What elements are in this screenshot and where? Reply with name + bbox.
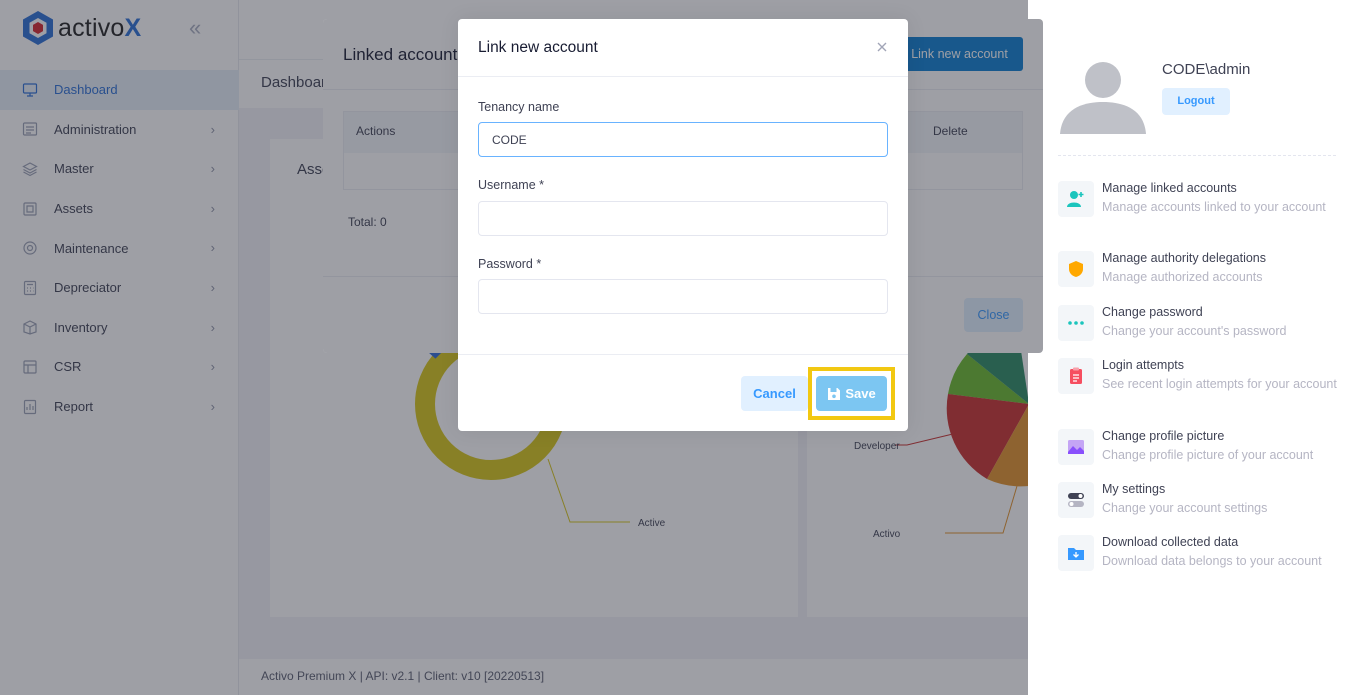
user-name: CODE\admin: [1162, 61, 1251, 78]
save-button[interactable]: Save: [816, 376, 887, 411]
user-plus-icon: [1058, 181, 1094, 217]
item-description: Manage authorized accounts: [1102, 270, 1263, 284]
item-title: Login attempts: [1102, 358, 1184, 372]
divider: [458, 76, 908, 77]
item-description: Manage accounts linked to your account: [1102, 200, 1326, 214]
save-button-label: Save: [845, 386, 876, 401]
toggle-icon: [1058, 482, 1094, 518]
item-title: Manage authority delegations: [1102, 251, 1267, 265]
cancel-button[interactable]: Cancel: [741, 376, 808, 411]
item-description: Change your account's password: [1102, 324, 1287, 338]
clipboard-icon: [1058, 358, 1094, 394]
item-description: Change your account settings: [1102, 501, 1268, 515]
link-new-account-modal: Link new account Tenancy name Username *…: [458, 19, 908, 431]
close-icon[interactable]: [875, 40, 889, 54]
divider: [458, 354, 908, 355]
item-title: Change profile picture: [1102, 429, 1225, 443]
tenancy-name-label: Tenancy name: [478, 100, 560, 114]
avatar: [1060, 62, 1146, 134]
image-icon: [1058, 429, 1094, 465]
item-title: Manage linked accounts: [1102, 181, 1237, 195]
modal-title: Link new account: [478, 39, 598, 56]
folder-download-icon: [1058, 535, 1094, 571]
item-title: My settings: [1102, 482, 1166, 496]
item-description: See recent login attempts for your accou…: [1102, 377, 1337, 391]
user-quick-panel: CODE\admin Logout Manage linked accounts…: [1028, 0, 1366, 695]
divider: [1058, 155, 1336, 156]
username-label: Username *: [478, 178, 544, 192]
logout-button[interactable]: Logout: [1162, 88, 1230, 115]
password-label: Password *: [478, 257, 542, 271]
item-description: Download data belongs to your account: [1102, 554, 1322, 568]
dots-icon: [1058, 305, 1094, 341]
shield-icon: [1058, 251, 1094, 287]
username-input[interactable]: [478, 201, 888, 236]
tenancy-name-input[interactable]: [478, 122, 888, 157]
password-input[interactable]: [478, 279, 888, 314]
item-title: Change password: [1102, 305, 1203, 319]
floppy-disk-icon: [828, 387, 841, 400]
item-description: Change profile picture of your account: [1102, 448, 1314, 462]
item-title: Download collected data: [1102, 535, 1239, 549]
